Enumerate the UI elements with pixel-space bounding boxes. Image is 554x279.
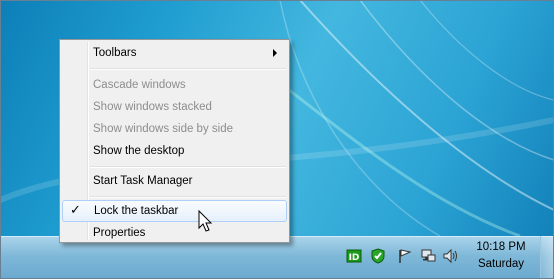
screenshot-border [0,0,554,279]
